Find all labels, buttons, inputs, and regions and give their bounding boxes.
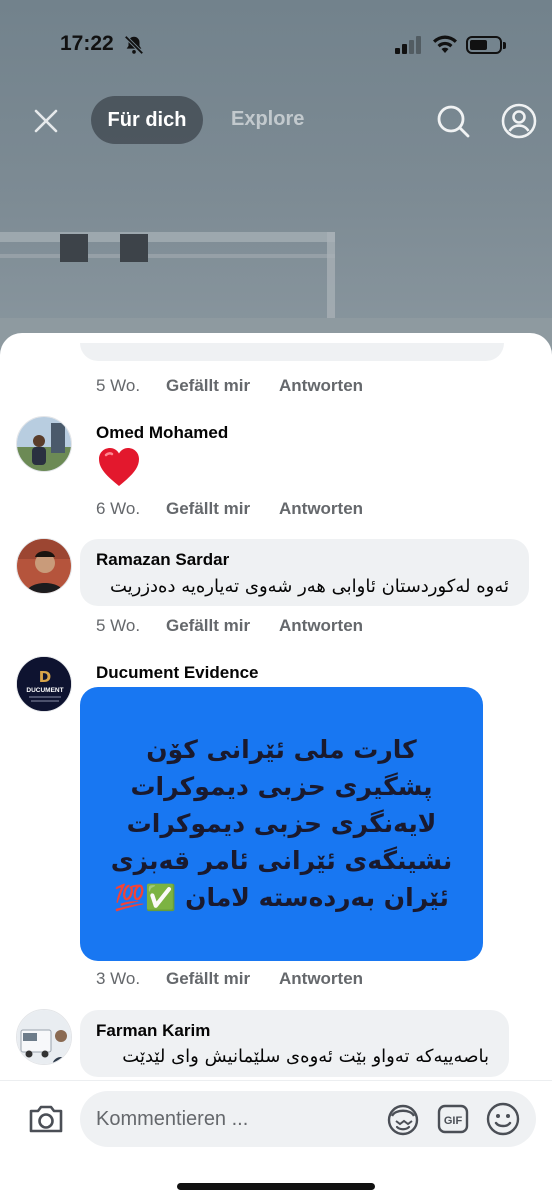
comment-text: ئەوە لەکوردستان ئاوابی هەر شەوی تەیارەیە… — [109, 576, 509, 597]
comment-author[interactable]: Ramazan Sardar — [96, 550, 229, 570]
like-button[interactable]: Gefällt mir — [166, 499, 279, 519]
bell-slash-icon — [123, 34, 145, 61]
emoji-icon[interactable] — [485, 1101, 521, 1137]
like-button[interactable]: Gefällt mir — [166, 616, 279, 636]
image-text-line: ئێران بەردەستە لامان ✅💯 — [114, 883, 449, 912]
comment-author[interactable]: Farman Karim — [96, 1021, 210, 1041]
comment-meta: 3 Wo. Gefällt mir Antworten — [96, 969, 363, 989]
comment-meta: 5 Wo. Gefällt mir Antworten — [96, 616, 363, 636]
camera-icon[interactable] — [26, 1101, 66, 1137]
image-text-line: لایەنگری حزبی دیموکرات — [126, 809, 437, 838]
comment-age: 5 Wo. — [96, 616, 141, 635]
reply-button[interactable]: Antworten — [279, 499, 363, 519]
top-nav: Für dich Explore — [0, 95, 552, 147]
avatar[interactable] — [16, 538, 72, 594]
tab-explore[interactable]: Explore — [231, 108, 304, 131]
status-bar: 17:22 — [0, 30, 552, 60]
comment-text: باصەییەکە تەواو بێت ئەوەی سلێمانیش وای ل… — [122, 1046, 489, 1067]
reply-button[interactable]: Antworten — [279, 616, 363, 636]
reply-button[interactable]: Antworten — [279, 969, 363, 989]
svg-text:GIF: GIF — [444, 1115, 463, 1127]
image-text-line: پشگیری حزبی دیموکرات — [130, 772, 433, 801]
tab-for-you[interactable]: Für dich — [91, 96, 203, 144]
search-icon[interactable] — [434, 102, 472, 140]
status-time: 17:22 — [60, 32, 114, 55]
comment-author[interactable]: Omed Mohamed — [96, 423, 228, 443]
comment-age: 5 Wo. — [96, 376, 141, 395]
signal-icon — [395, 36, 423, 59]
avatar[interactable] — [16, 416, 72, 472]
road-sign — [120, 234, 148, 262]
profile-icon[interactable] — [500, 102, 538, 140]
avatar[interactable] — [16, 1009, 72, 1065]
svg-text:D: D — [39, 668, 51, 686]
image-text-line: کارت ملی ئێرانی کۆن — [146, 735, 417, 764]
comment-meta: 6 Wo. Gefällt mir Antworten — [96, 499, 363, 519]
avatar-brand-text: DUCUMENT — [26, 687, 63, 694]
reply-button[interactable]: Antworten — [279, 376, 363, 396]
comment-field[interactable]: GIF — [80, 1091, 536, 1147]
road-sign — [60, 234, 88, 262]
comment-author[interactable]: Ducument Evidence — [96, 663, 259, 683]
comment-image[interactable]: کارت ملی ئێرانی کۆن پشگیری حزبی دیموکرات… — [80, 687, 483, 961]
battery-icon — [466, 36, 506, 54]
gantry-beam — [0, 232, 335, 242]
comment-age: 6 Wo. — [96, 499, 141, 518]
home-indicator[interactable] — [177, 1183, 375, 1190]
like-button[interactable]: Gefällt mir — [166, 969, 279, 989]
wifi-icon — [432, 34, 458, 59]
avatar-sticker-icon[interactable] — [386, 1103, 420, 1137]
truncated-comment-bubble — [80, 343, 504, 361]
avatar[interactable]: D DUCUMENT — [16, 656, 72, 712]
image-text-line: نشینگەی ئێرانی ئامر قەبزی — [110, 846, 453, 875]
comment-bubble: Ramazan Sardar ئەوە لەکوردستان ئاوابی هە… — [80, 539, 529, 606]
close-icon[interactable] — [28, 103, 64, 139]
comment-bubble: Farman Karim باصەییەکە تەواو بێت ئەوەی س… — [80, 1010, 509, 1077]
comment-composer: GIF — [0, 1080, 552, 1200]
heart-emoji — [97, 446, 141, 493]
comment-age: 3 Wo. — [96, 969, 141, 988]
like-button[interactable]: Gefällt mir — [166, 376, 279, 396]
gantry-beam-lower — [0, 254, 335, 258]
comment-meta: 5 Wo. Gefällt mir Antworten — [96, 376, 363, 396]
comment-input[interactable] — [96, 1091, 376, 1147]
gif-icon[interactable]: GIF — [437, 1103, 469, 1135]
comments-sheet: 5 Wo. Gefällt mir Antworten Omed Mohamed… — [0, 333, 552, 1200]
